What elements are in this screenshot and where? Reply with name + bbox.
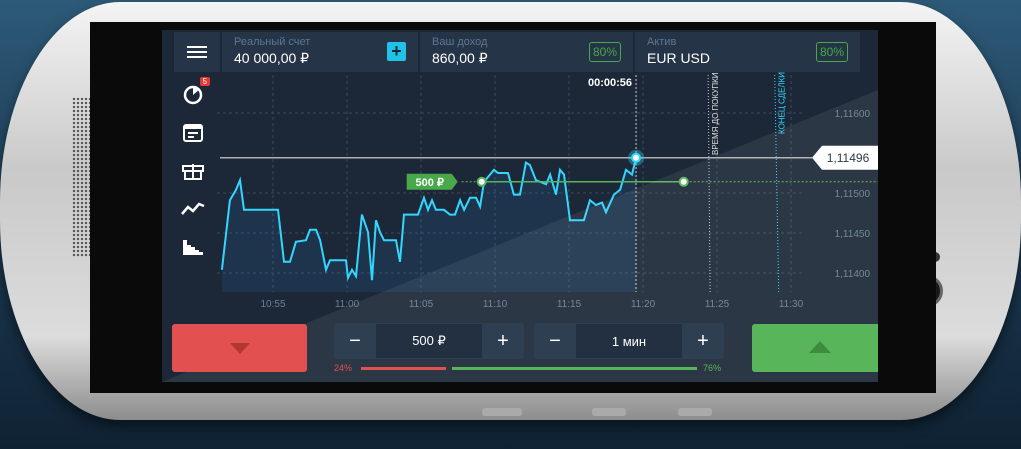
asset-value: EUR USD (647, 50, 711, 66)
amount-stepper[interactable]: − 500 ₽ + (334, 323, 524, 359)
x-tick-label: 10:55 (260, 299, 285, 310)
duration-value[interactable]: 1 мин (576, 324, 682, 358)
up-sentiment-bar (452, 367, 697, 370)
entry-point (476, 176, 487, 187)
account-panel[interactable]: Реальный счет 40 000,00 ₽ + (222, 32, 418, 72)
up-percent: 76% (703, 363, 722, 373)
side-button (592, 408, 626, 416)
down-sentiment-bar (361, 367, 446, 370)
deal-end-label: КОНЕЦ СДЕЛКИ (778, 72, 787, 134)
buy-up-button[interactable] (752, 324, 878, 372)
duration-stepper[interactable]: − 1 мин + (534, 323, 724, 359)
arrow-up-icon (809, 341, 831, 353)
add-funds-button[interactable]: + (387, 42, 406, 61)
asset-selector[interactable]: Актив EUR USD 80% (635, 32, 860, 72)
header-bar: Реальный счет 40 000,00 ₽ + Ваш доход 86… (174, 32, 874, 72)
candles-icon[interactable] (176, 227, 210, 265)
duration-minus-button[interactable]: − (534, 330, 576, 353)
trading-app: 10:5511:0011:0511:1011:1511:2011:2511:30… (162, 30, 878, 382)
sidebar: 5 (176, 75, 210, 265)
calendar-icon[interactable] (176, 113, 210, 151)
side-button (678, 408, 712, 416)
amount-plus-button[interactable]: + (482, 330, 524, 353)
menu-button[interactable] (174, 32, 220, 72)
sell-down-button[interactable] (172, 324, 307, 372)
income-label: Ваш доход (432, 36, 488, 48)
amount-value[interactable]: 500 ₽ (376, 324, 482, 358)
down-percent: 24% (334, 363, 353, 373)
account-label: Реальный счет (234, 36, 311, 48)
duration-plus-button[interactable]: + (682, 330, 724, 353)
asset-percent: 80% (815, 42, 848, 62)
notification-badge: 5 (199, 77, 210, 86)
arrow-down-icon (230, 343, 250, 354)
current-point (631, 152, 642, 163)
gift-icon[interactable] (176, 151, 210, 189)
income-percent: 80% (588, 42, 621, 62)
amount-minus-button[interactable]: − (334, 330, 376, 353)
side-button (482, 408, 522, 416)
line-chart-icon[interactable] (176, 189, 210, 227)
pie-chart-icon[interactable]: 5 (176, 75, 210, 113)
income-panel: Ваш доход 860,00 ₽ 80% (420, 32, 633, 72)
account-balance: 40 000,00 ₽ (234, 50, 310, 66)
asset-label: Актив (647, 36, 677, 48)
purchase-deadline-label: ВРЕМЯ ДО ПОКУПКИ (711, 72, 720, 155)
income-value: 860,00 ₽ (432, 50, 488, 66)
bet-amount: 500 ₽ (415, 177, 443, 189)
countdown-timer: 00:00:56 (588, 77, 632, 89)
